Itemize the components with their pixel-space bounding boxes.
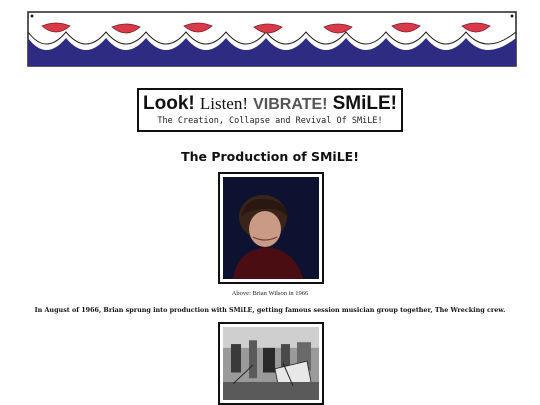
title-word-listen: Listen! (199, 94, 248, 113)
lips-banner-art (27, 11, 517, 67)
site-subtitle: The Creation, Collapse and Revival Of SM… (157, 116, 383, 126)
lips-banner (26, 10, 518, 68)
title-word-smile: SMiLE! (332, 93, 397, 114)
wrecking-crew-photo (218, 322, 324, 405)
production-paragraph: In August of 1966, Brian sprung into pro… (34, 306, 506, 314)
title-word-vibrate: VIBRATE! (253, 96, 328, 113)
site-title: Look! Listen! VIBRATE! SMiLE! (139, 90, 401, 116)
title-word-look: Look! (143, 93, 195, 114)
wrecking-crew-image (223, 327, 319, 400)
photo-caption: Above: Brian Wilson in 1966 (231, 290, 309, 297)
brian-wilson-photo (218, 172, 324, 284)
brian-wilson-image (223, 177, 319, 279)
site-title-box: Look! Listen! VIBRATE! SMiLE! The Creati… (137, 88, 403, 132)
section-heading: The Production of SMiLE! (181, 149, 359, 164)
